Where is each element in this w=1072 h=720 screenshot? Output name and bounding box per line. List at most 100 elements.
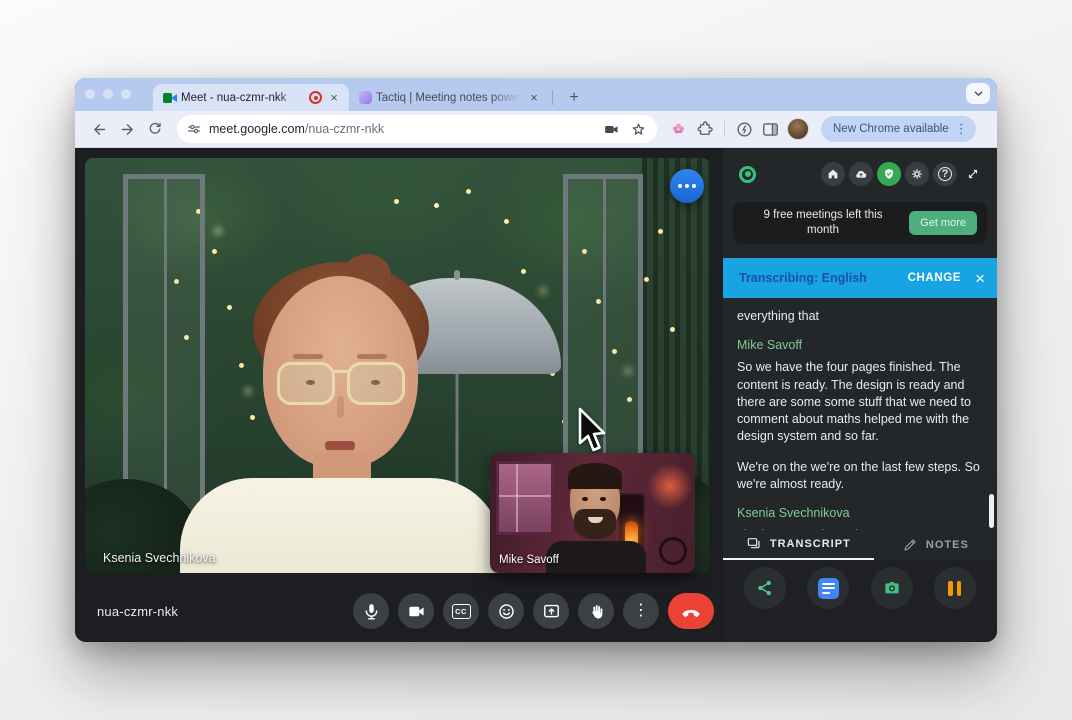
chat-bubbles-icon [747, 538, 760, 549]
screenshot-button[interactable] [870, 567, 913, 609]
pip-bicycle-wheel [659, 537, 687, 565]
performance-icon[interactable] [735, 120, 754, 139]
close-tab-icon[interactable]: × [327, 90, 341, 105]
transcript-panel[interactable]: everything that Mike Savoff So we have t… [723, 298, 997, 530]
more-vert-icon: ⋮ [633, 602, 649, 619]
privacy-shield-button[interactable] [877, 162, 901, 186]
transcribing-bar: Transcribing: English CHANGE × [723, 258, 997, 298]
pink-extension-icon[interactable] [669, 120, 688, 139]
screenshot-camera-icon [884, 582, 899, 594]
tactiq-header: ? [723, 148, 997, 200]
meet-favicon-icon [163, 91, 177, 105]
cloud-icon [856, 170, 867, 178]
participant-shirt [180, 478, 502, 573]
smiley-icon [498, 603, 514, 619]
transcript-scrollbar[interactable] [989, 494, 994, 528]
camera-button[interactable] [398, 593, 434, 629]
microphone-button[interactable] [353, 593, 389, 629]
url-path: /nua-czmr-nkk [304, 122, 385, 136]
free-meetings-text: 9 free meetings left this month [763, 209, 883, 236]
forward-button[interactable] [115, 117, 139, 141]
browser-menu-icon[interactable]: ⋮ [953, 121, 970, 137]
pause-transcript-button[interactable] [933, 567, 976, 609]
close-tab-icon[interactable]: × [527, 90, 541, 105]
free-meetings-banner: 9 free meetings left this month Get more [733, 202, 987, 244]
pip-video-tile[interactable]: Mike Savoff [490, 453, 695, 573]
chrome-update-button[interactable]: New Chrome available ⋮ [821, 116, 976, 142]
change-language-button[interactable]: CHANGE [908, 272, 961, 284]
tab-capture-camera-icon[interactable] [603, 121, 620, 138]
tab-notes[interactable]: NOTES [874, 530, 997, 560]
tab-meet[interactable]: Meet - nua-czmr-nkk × [153, 84, 349, 111]
arrow-left-icon [93, 123, 105, 135]
pause-icon [948, 580, 962, 596]
help-icon: ? [938, 167, 952, 181]
address-bar[interactable]: meet.google.com/nua-czmr-nkk [177, 115, 657, 143]
home-button[interactable] [821, 162, 845, 186]
bookmark-star-icon[interactable] [630, 121, 647, 138]
tactiq-tabs: TRANSCRIPT NOTES [723, 530, 997, 560]
minimize-window-icon[interactable] [103, 89, 113, 99]
main-participant-name: Ksenia Svechnikova [103, 551, 216, 565]
end-call-button[interactable] [668, 593, 714, 629]
tactiq-action-bar [723, 560, 997, 642]
tab-transcript[interactable]: TRANSCRIPT [723, 530, 874, 560]
close-window-icon[interactable] [85, 89, 95, 99]
tactiq-widget-bubble[interactable] [670, 169, 704, 203]
close-transcribing-icon[interactable]: × [975, 270, 985, 287]
tactiq-favicon-icon [359, 91, 372, 104]
side-panel-icon[interactable] [761, 120, 780, 139]
back-button[interactable] [87, 117, 111, 141]
mouse-cursor [578, 407, 606, 452]
url-host: meet.google.com [209, 122, 305, 136]
raise-hand-button[interactable] [578, 593, 614, 629]
tab-title: Meet - nua-czmr-nkk [181, 91, 287, 104]
chevron-down-icon [974, 91, 982, 97]
get-more-button[interactable]: Get more [909, 211, 977, 235]
more-options-button[interactable]: ⋮ [623, 593, 659, 629]
profile-avatar[interactable] [787, 118, 809, 140]
participant-nose [337, 396, 344, 418]
extensions-puzzle-icon[interactable] [695, 120, 714, 139]
tab-separator [552, 90, 553, 105]
share-button[interactable] [744, 567, 787, 609]
zoom-window-icon[interactable] [121, 89, 131, 99]
tab-tactiq[interactable]: Tactiq | Meeting notes power × [349, 84, 549, 111]
tab-strip: Meet - nua-czmr-nkk × Tactiq | Meeting n… [75, 78, 997, 111]
captions-button[interactable]: CC [443, 593, 479, 629]
transcript-speaker: Ksenia Svechnikova [737, 506, 850, 520]
transcribing-status: Transcribing: English [739, 271, 867, 285]
tactiq-logo-icon [739, 165, 756, 183]
gear-icon [912, 169, 922, 179]
new-tab-button[interactable]: + [564, 89, 584, 107]
reload-button[interactable] [143, 117, 167, 141]
meeting-code: nua-czmr-nkk [97, 603, 179, 619]
traffic-lights[interactable] [85, 89, 131, 99]
tune-icon[interactable] [186, 121, 202, 137]
meet-stage: Ksenia Svechnikova Mike Savoff nua-czmr-… [75, 148, 723, 642]
pip-lamp-glow [647, 463, 693, 509]
participant-eyebrow [357, 354, 387, 359]
tactiq-sidebar: ? 9 free meetings left this month Get mo… [723, 148, 997, 642]
tab-search-button[interactable] [966, 83, 990, 104]
pip-participant-shirt [546, 541, 646, 573]
shield-check-icon [885, 169, 893, 179]
present-screen-icon [543, 604, 559, 617]
help-button[interactable]: ? [933, 162, 957, 186]
tab-notes-label: NOTES [925, 539, 969, 551]
pencil-icon [904, 539, 916, 551]
settings-button[interactable] [905, 162, 929, 186]
cloud-upload-button[interactable] [849, 162, 873, 186]
expand-panel-button[interactable] [961, 162, 985, 186]
transcript-text: We're on the we're on the last few steps… [737, 459, 980, 491]
present-button[interactable] [533, 593, 569, 629]
toolbar-divider [724, 121, 725, 137]
tab-title: Tactiq | Meeting notes power [376, 91, 523, 104]
meet-control-bar: nua-czmr-nkk CC ⋮ [75, 580, 723, 642]
window-content: Ksenia Svechnikova Mike Savoff nua-czmr-… [75, 148, 997, 642]
captions-icon: CC [451, 603, 471, 619]
transcript-text: oh, that's amazing to hear [737, 527, 981, 530]
reactions-button[interactable] [488, 593, 524, 629]
bokeh-lights [85, 158, 91, 164]
summary-doc-button[interactable] [807, 567, 850, 609]
